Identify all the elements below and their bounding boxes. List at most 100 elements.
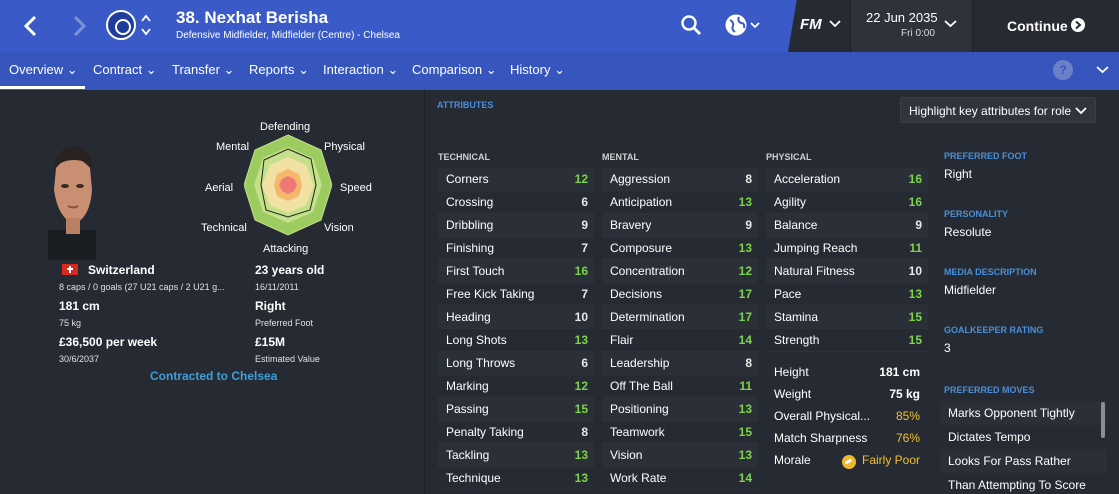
physical-attributes-list: Acceleration 16 Agility 16 Balance 9 Jumping R… [766,168,928,352]
attribute-name: Pace [774,287,802,301]
attribute-row[interactable]: Passing 15 [438,398,594,421]
club-switch-chevrons-icon[interactable] [139,10,153,40]
attribute-row[interactable]: First Touch 16 [438,260,594,283]
attribute-row[interactable]: Determination 17 [602,306,758,329]
attribute-row[interactable]: Penalty Taking 8 [438,421,594,444]
attribute-name: Bravery [610,218,652,232]
tab-reports[interactable]: Reports ⌄ [249,62,309,78]
attribute-value: 9 [581,218,588,232]
attribute-name: Jumping Reach [774,241,858,255]
attribute-row[interactable]: Marking 12 [438,375,594,398]
attribute-value: 13 [738,448,752,462]
attribute-value: 14 [738,333,752,347]
attribute-row[interactable]: Vision 13 [602,444,758,467]
attribute-row[interactable]: Concentration 12 [602,260,758,283]
page-title: 38. Nexhat Berisha [176,8,329,27]
contracted-to-link[interactable]: Contracted to Chelsea [150,369,277,383]
preferred-moves-list[interactable]: Marks Opponent Tightly Dictates Tempo Look… [940,401,1107,494]
attribute-row[interactable]: Leadership 8 [602,352,758,375]
list-item: Looks For Pass Rather [940,449,1107,473]
attribute-row[interactable]: Corners 12 [438,168,594,191]
attribute-row[interactable]: Free Kick Taking 7 [438,283,594,306]
tab-history[interactable]: History ⌄ [510,62,565,78]
tab-transfer[interactable]: Transfer ⌄ [172,62,234,78]
tab-contract[interactable]: Contract ⌄ [93,62,157,78]
attribute-row[interactable]: Bravery 9 [602,214,758,237]
attribute-row[interactable]: Acceleration 16 [766,168,928,191]
attribute-name: Strength [774,333,820,347]
tab-comparison[interactable]: Comparison ⌄ [412,62,497,78]
attribute-row[interactable]: Finishing 7 [438,237,594,260]
attribute-row[interactable]: Balance 9 [766,214,928,237]
back-arrow-icon[interactable] [18,12,44,40]
attribute-value: 13 [574,471,588,485]
attribute-row[interactable]: Anticipation 13 [602,191,758,214]
mental-heading: MENTAL [602,152,639,162]
attribute-row[interactable]: Natural Fitness 10 [766,260,928,283]
weight-value: 75 kg [889,387,920,401]
help-icon[interactable]: ? [1053,60,1073,80]
match-sharpness-label: Match Sharpness [774,431,868,445]
attribute-row[interactable]: Jumping Reach 11 [766,237,928,260]
forward-arrow-icon[interactable] [66,12,92,40]
player-weight: 75 kg [59,318,82,328]
attribute-row[interactable]: Crossing 6 [438,191,594,214]
attribute-row[interactable]: Strength 15 [766,329,928,352]
attribute-row[interactable]: Positioning 13 [602,398,758,421]
list-item: Dictates Tempo [948,430,1031,444]
attribute-row[interactable]: Long Throws 6 [438,352,594,375]
tab-overview[interactable]: Overview ⌄ [9,62,78,78]
attribute-row[interactable]: Stamina 15 [766,306,928,329]
attribute-name: Natural Fitness [774,264,855,278]
attribute-row[interactable]: Decisions 17 [602,283,758,306]
attribute-row[interactable]: Off The Ball 11 [602,375,758,398]
attribute-row[interactable]: Aggression 8 [602,168,758,191]
attribute-row[interactable]: Teamwork 15 [602,421,758,444]
globe-icon[interactable] [724,13,764,37]
attribute-value: 9 [745,218,752,232]
attribute-value: 12 [574,379,588,393]
attribute-name: Decisions [610,287,663,301]
attribute-row[interactable]: Agility 16 [766,191,928,214]
attribute-value: 16 [908,172,922,186]
attribute-name: Marking [446,379,489,393]
nationality: Switzerland [88,263,155,277]
attribute-row[interactable]: Tackling 13 [438,444,594,467]
mental-attributes-list: Aggression 8 Anticipation 13 Bravery 9 Composu… [602,168,758,490]
attribute-name: Flair [610,333,634,347]
attribute-value: 15 [908,310,922,324]
attribute-name: Agility [774,195,807,209]
moves-scrollbar[interactable] [1101,402,1105,438]
attribute-row[interactable]: Flair 14 [602,329,758,352]
attribute-name: Free Kick Taking [446,287,535,301]
attribute-name: Stamina [774,310,819,324]
attribute-row[interactable]: Composure 13 [602,237,758,260]
attribute-row[interactable]: Pace 13 [766,283,928,306]
fm-logo: FM [800,16,822,33]
goalkeeper-rating-heading: GOALKEEPER RATING [944,325,1044,335]
attribute-name: Leadership [610,356,670,370]
attribute-row[interactable]: Long Shots 13 [438,329,594,352]
attribute-name: Work Rate [610,471,667,485]
attribute-row[interactable]: Technique 13 [438,467,594,490]
attribute-row[interactable]: Work Rate 14 [602,467,758,490]
attribute-name: Aggression [610,172,671,186]
attribute-value: 14 [738,471,752,485]
attribute-name: Long Throws [446,356,516,370]
chevron-down-icon [829,16,841,33]
attribute-name: Teamwork [610,425,665,439]
attribute-row[interactable]: Dribbling 9 [438,214,594,237]
estimated-value: £15M [255,335,286,349]
height-label: Height [774,365,809,379]
search-icon[interactable] [680,14,702,36]
tab-interaction[interactable]: Interaction ⌄ [323,62,398,78]
attribute-value: 13 [574,333,588,347]
attribute-name: Long Shots [446,333,507,347]
preferred-foot-value: Right [255,299,286,313]
physical-heading: PHYSICAL [766,152,812,162]
attribute-name: Passing [446,402,489,416]
club-badge-icon[interactable] [106,10,136,40]
attribute-row[interactable]: Heading 10 [438,306,594,329]
attribute-name: Composure [610,241,673,255]
chevron-down-icon[interactable] [1096,62,1109,79]
